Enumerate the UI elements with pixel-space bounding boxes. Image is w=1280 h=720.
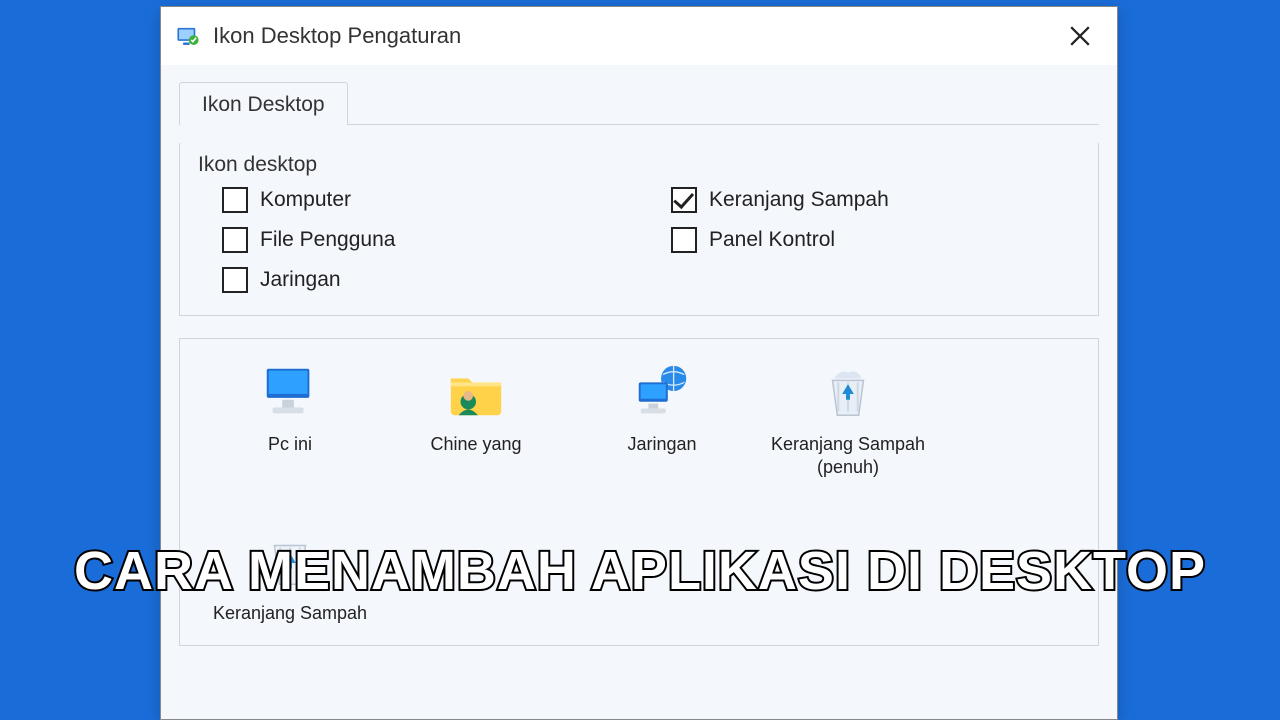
checkbox-row: File Pengguna (222, 227, 631, 253)
icon-item[interactable]: Chine yang (396, 359, 556, 478)
icon-item-label: Pc ini (268, 433, 312, 456)
desktop-icon-settings-dialog: Ikon Desktop Pengaturan Ikon Desktop Iko… (160, 6, 1118, 720)
network-icon (629, 359, 695, 425)
recycle-full-icon (815, 359, 881, 425)
recycle-empty-icon (257, 528, 323, 594)
checkbox-row: Komputer (222, 187, 631, 213)
checkbox[interactable] (222, 187, 248, 213)
icon-item-label: Keranjang Sampah (213, 602, 367, 625)
checkbox-row: Jaringan (222, 267, 631, 293)
app-icon (175, 23, 201, 49)
checkbox-label: Komputer (260, 188, 351, 212)
icon-item-label: Keranjang Sampah (penuh) (768, 433, 928, 478)
checkbox[interactable] (671, 187, 697, 213)
checkbox-label: File Pengguna (260, 228, 395, 252)
desktop-icons-group: Ikon desktop Komputer Keranjang Sampah Fil… (179, 143, 1099, 316)
checkbox-row: Keranjang Sampah (671, 187, 1080, 213)
checkbox-label: Panel Kontrol (709, 228, 835, 252)
icon-item[interactable]: Keranjang Sampah (210, 528, 370, 625)
dialog-title: Ikon Desktop Pengaturan (213, 23, 461, 49)
titlebar: Ikon Desktop Pengaturan (161, 7, 1117, 65)
close-icon[interactable] (1057, 13, 1103, 59)
group-title: Ikon desktop (198, 143, 1080, 187)
icon-item[interactable]: Keranjang Sampah (penuh) (768, 359, 928, 478)
checkbox-label: Keranjang Sampah (709, 188, 889, 212)
computer-icon (257, 359, 323, 425)
checkbox[interactable] (222, 227, 248, 253)
icon-item[interactable]: Pc ini (210, 359, 370, 478)
checkbox[interactable] (222, 267, 248, 293)
tabstrip: Ikon Desktop (179, 79, 1099, 125)
dialog-body: Ikon Desktop Ikon desktop Komputer Keranj… (161, 65, 1117, 719)
icon-item-label: Chine yang (430, 433, 521, 456)
icon-preview-panel: Pc ini Chine yang Jaringan Keranjang Sampah… (179, 338, 1099, 646)
tab-desktop-icons[interactable]: Ikon Desktop (179, 82, 348, 125)
checkbox-label: Jaringan (260, 268, 341, 292)
icon-item-label: Jaringan (627, 433, 696, 456)
checkbox[interactable] (671, 227, 697, 253)
icon-item[interactable]: Jaringan (582, 359, 742, 478)
user-folder-icon (443, 359, 509, 425)
checkbox-row: Panel Kontrol (671, 227, 1080, 253)
